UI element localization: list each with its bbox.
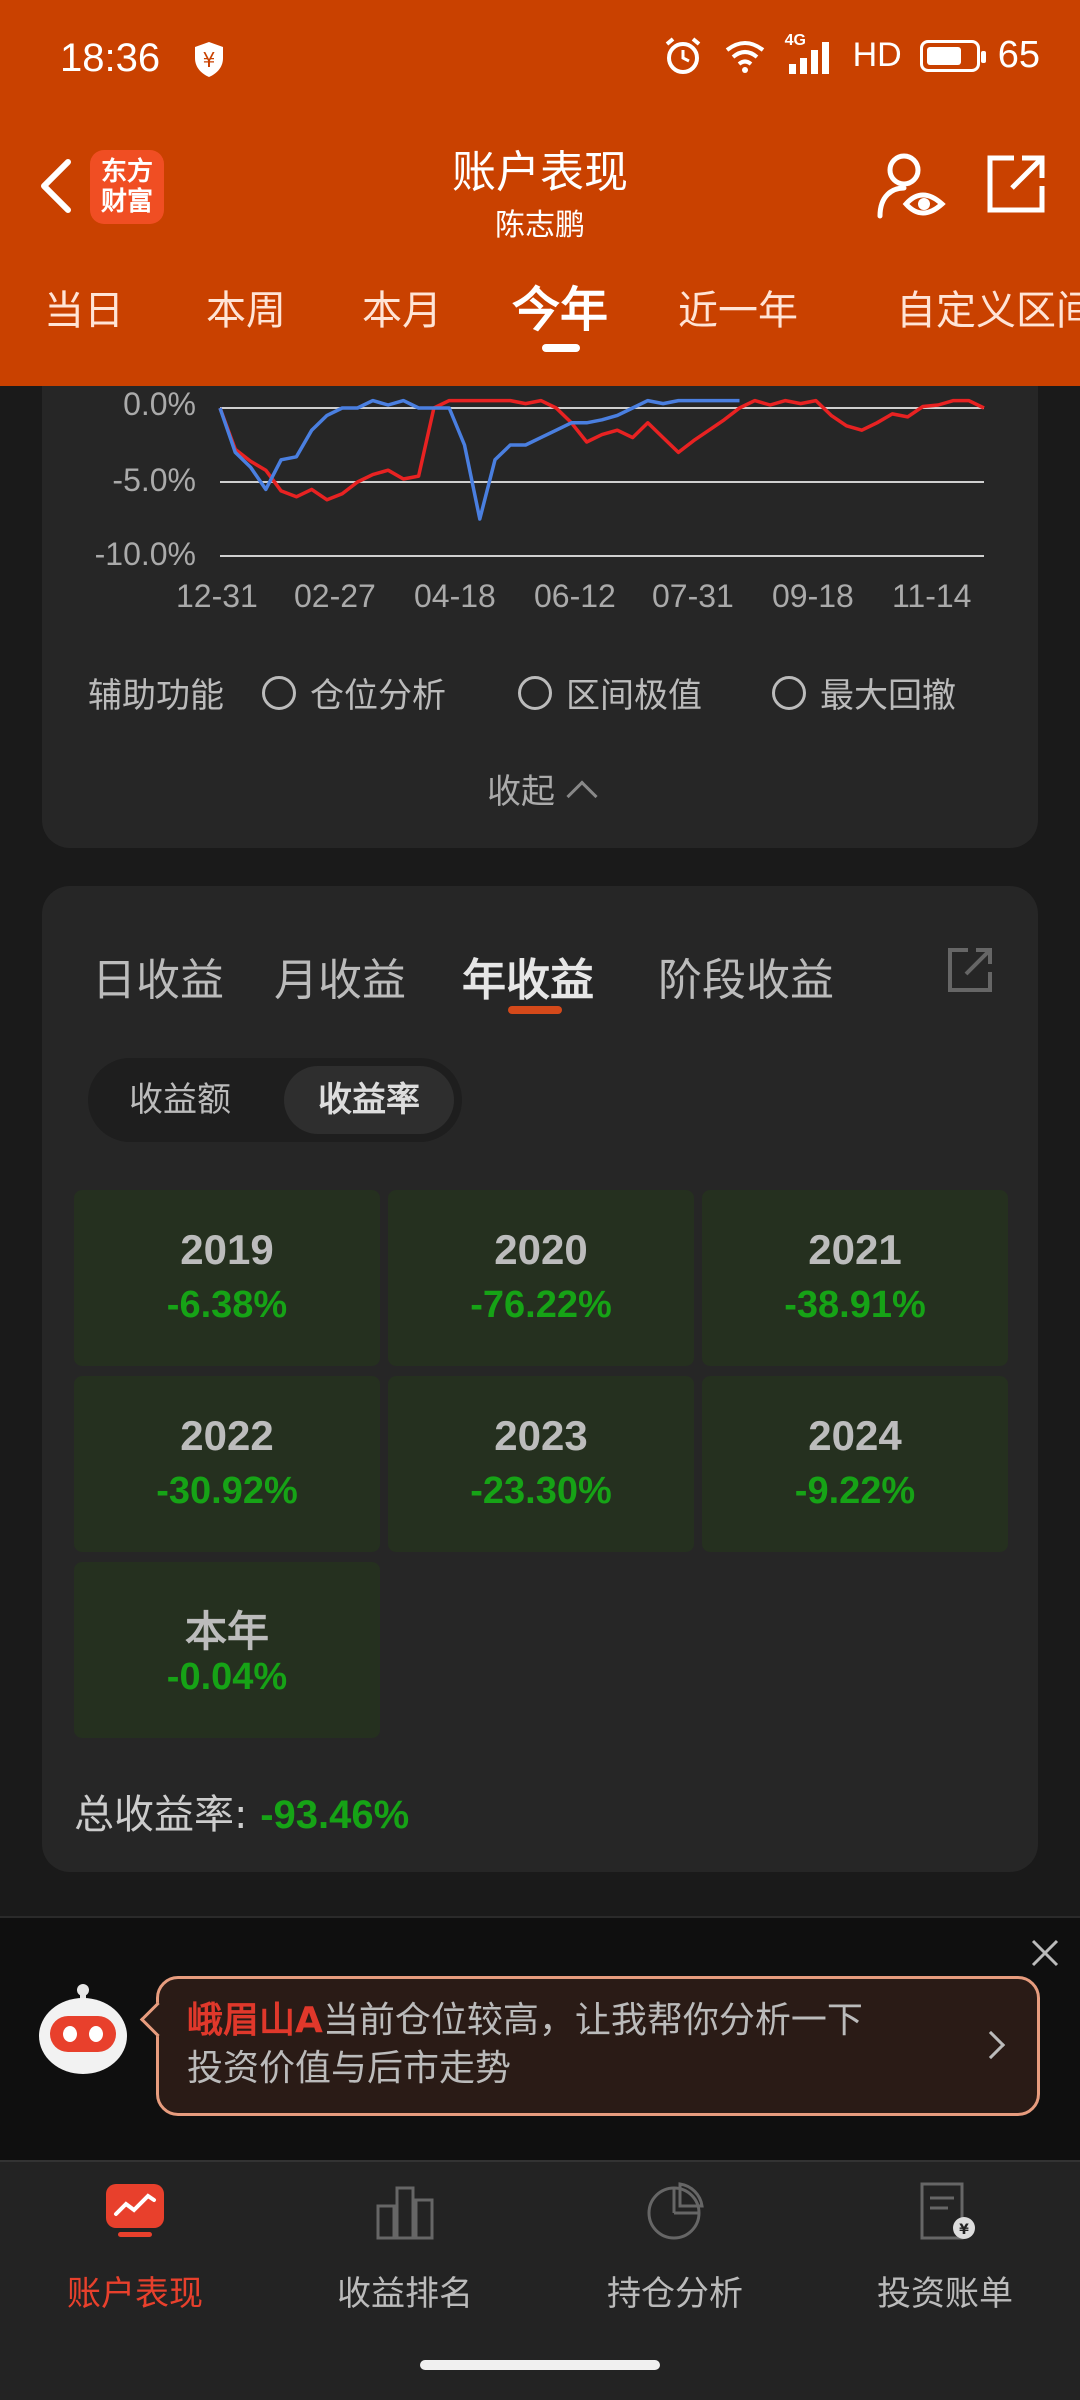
total-return-value: -93.46% — [260, 1793, 410, 1837]
y-tick-label: -5.0% — [112, 462, 196, 498]
svg-text:¥: ¥ — [203, 48, 216, 72]
nav-label: 持仓分析 — [607, 2274, 743, 2314]
return-type-segment: 收益额 收益率 — [88, 1058, 462, 1142]
year-return-cell[interactable]: 2024 -9.22% — [702, 1376, 1008, 1552]
total-return-label: 总收益率: — [74, 1792, 248, 1838]
radio-icon — [772, 675, 806, 710]
aux-functions-row: 辅助功能 仓位分析 区间极值 最大回撤 — [88, 668, 1048, 716]
range-extreme-option[interactable]: 区间极值 — [518, 668, 702, 717]
pie-chart-icon — [647, 2182, 704, 2240]
x-tick-label: 07-31 — [652, 578, 734, 614]
series-line-0 — [218, 398, 985, 502]
year-return-cell[interactable]: 2022 -30.92% — [74, 1376, 380, 1552]
tab-this-month[interactable]: 本月 — [362, 278, 442, 336]
status-bar: 18:36 ¥ 4G HD 65 — [0, 0, 1080, 120]
radio-icon — [518, 675, 552, 710]
export-icon[interactable] — [946, 944, 996, 994]
status-time: 18:36 — [60, 36, 161, 80]
chevron-up-icon — [566, 780, 598, 812]
tab-this-year[interactable]: 今年 — [512, 270, 608, 340]
promo-line2: 投资价值与后市走势 — [187, 2048, 512, 2089]
earnings-tab-indicator — [508, 1006, 562, 1014]
tab-today[interactable]: 当日 — [44, 278, 124, 336]
total-return-row: 总收益率: -93.46% — [74, 1782, 409, 1840]
chevron-right-icon — [976, 2030, 1006, 2060]
share-icon[interactable] — [984, 152, 1048, 216]
x-tick-label: 12-31 — [176, 578, 258, 614]
series-line-1 — [218, 398, 740, 521]
x-tick-label: 04-18 — [414, 578, 496, 614]
x-tick-label: 06-12 — [534, 578, 616, 614]
collapse-button[interactable]: 收起 — [0, 764, 1080, 813]
position-analysis-option[interactable]: 仓位分析 — [262, 668, 446, 717]
alarm-icon — [665, 36, 700, 74]
segment-amount[interactable]: 收益额 — [100, 1066, 260, 1134]
hd-label: HD — [852, 36, 902, 74]
signal-icon: 4G — [785, 32, 835, 76]
shield-yen-icon: ¥ — [195, 42, 223, 77]
nav-label: 收益排名 — [337, 2274, 473, 2314]
year-return-cell[interactable]: 2020 -76.22% — [388, 1190, 694, 1366]
robot-assistant-icon[interactable] — [36, 1982, 130, 2078]
tab-daily-return[interactable]: 日收益 — [92, 944, 224, 1008]
promo-line1: 当前仓位较高，让我帮你分析一下 — [322, 2000, 863, 2041]
svg-text:¥: ¥ — [959, 2222, 969, 2238]
status-right: 4G HD 65 — [661, 32, 1040, 77]
x-tick-label: 11-14 — [892, 578, 972, 614]
year-return-cell[interactable]: 2021 -38.91% — [702, 1190, 1008, 1366]
y-tick-label: -10.0% — [94, 536, 196, 572]
tab-last-year[interactable]: 近一年 — [678, 278, 798, 336]
year-return-cell[interactable]: 本年 -0.04% — [74, 1562, 380, 1738]
segment-rate[interactable]: 收益率 — [284, 1066, 454, 1134]
year-return-cell[interactable]: 2019 -6.38% — [74, 1190, 380, 1366]
year-return-cell[interactable]: 2023 -23.30% — [388, 1376, 694, 1552]
promo-message[interactable]: 峨眉山A当前仓位较高，让我帮你分析一下 投资价值与后市走势 — [156, 1976, 1040, 2116]
app-header: 18:36 ¥ 4G HD 65 东方 财富 账户表现 陈志鹏 当日 本周 本月… — [0, 0, 1080, 386]
x-tick-label: 02-27 — [294, 578, 376, 614]
tab-custom-range[interactable]: 自定义区间 — [896, 278, 1080, 336]
ranking-icon — [376, 2186, 434, 2240]
tab-yearly-return[interactable]: 年收益 — [462, 944, 594, 1008]
radio-icon — [262, 675, 296, 710]
bill-icon: ¥ — [920, 2182, 975, 2240]
nav-label: 投资账单 — [877, 2274, 1013, 2314]
tab-monthly-return[interactable]: 月收益 — [274, 944, 406, 1008]
nav-row: 东方 财富 账户表现 陈志鹏 — [0, 120, 1080, 260]
promo-stock-name: 峨眉山A — [187, 2000, 323, 2041]
y-tick-label: 0.0% — [123, 386, 196, 422]
account-performance-icon — [106, 2184, 164, 2237]
tab-this-week[interactable]: 本周 — [206, 278, 286, 336]
wifi-icon — [725, 40, 764, 73]
period-tabs: 当日 本周 本月 今年 近一年 自定义区间 — [0, 268, 1080, 368]
nav-label: 账户表现 — [67, 2274, 203, 2314]
user-eye-icon[interactable] — [876, 150, 946, 222]
x-tick-label: 09-18 — [772, 578, 854, 614]
home-indicator — [420, 2360, 660, 2370]
tab-indicator — [542, 344, 580, 352]
aux-label: 辅助功能 — [88, 676, 224, 716]
battery-level: 65 — [997, 34, 1040, 76]
close-icon[interactable] — [1028, 1936, 1062, 1970]
battery-icon — [919, 39, 986, 72]
tab-period-return[interactable]: 阶段收益 — [658, 944, 834, 1008]
max-drawdown-option[interactable]: 最大回撤 — [772, 668, 956, 717]
